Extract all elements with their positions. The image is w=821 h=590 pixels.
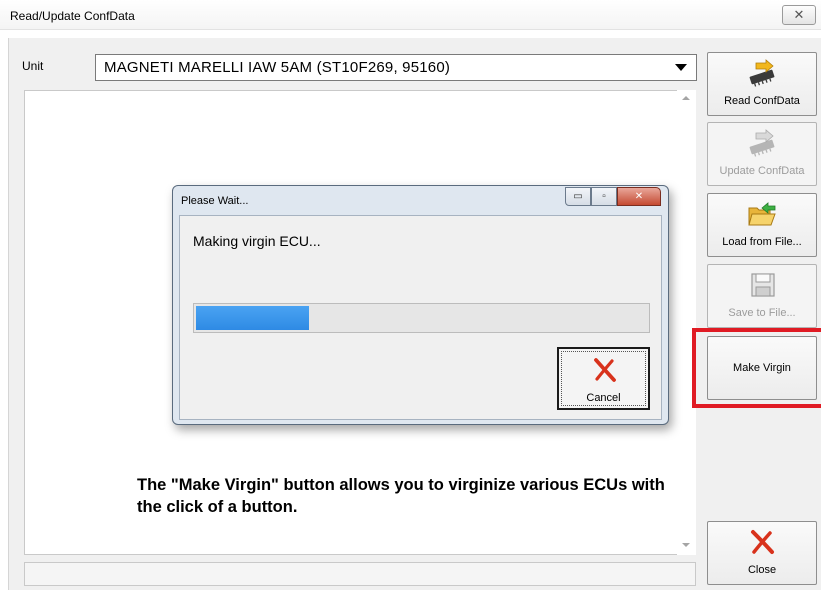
unit-select[interactable]: MAGNETI MARELLI IAW 5AM (ST10F269, 95160… — [95, 54, 697, 81]
cancel-button[interactable]: Cancel — [557, 347, 650, 410]
window-title: Read/Update ConfData — [10, 9, 135, 23]
window-close-button[interactable]: ✕ — [782, 5, 816, 25]
minimize-icon: ▭ — [573, 191, 583, 202]
dialog-maximize-button[interactable]: ▫ — [591, 187, 617, 206]
cancel-label: Cancel — [586, 392, 621, 404]
dialog-close-button[interactable]: ✕ — [617, 187, 661, 206]
save-to-file-button[interactable]: Save to File... — [707, 264, 817, 328]
status-bar — [24, 562, 696, 586]
maximize-icon: ▫ — [602, 191, 606, 202]
caption-text: The "Make Virgin" button allows you to v… — [137, 476, 665, 516]
chip-update-icon — [749, 129, 775, 157]
red-x-icon — [594, 358, 616, 382]
close-label: Close — [747, 564, 777, 576]
dialog-message: Making virgin ECU... — [193, 233, 321, 249]
dialog-body: Making virgin ECU... Cancel — [179, 215, 662, 420]
close-button[interactable]: Close — [707, 521, 817, 585]
unit-label: Unit — [22, 59, 44, 73]
unit-select-value: MAGNETI MARELLI IAW 5AM (ST10F269, 95160… — [104, 59, 451, 76]
highlight-box — [692, 328, 821, 408]
update-confdata-label: Update ConfData — [719, 165, 805, 177]
red-x-icon — [751, 530, 774, 554]
scroll-down-icon[interactable] — [682, 543, 690, 547]
floppy-disk-icon — [751, 273, 775, 297]
dialog-window-controls: ▭ ▫ ✕ — [565, 187, 661, 206]
dialog-minimize-button[interactable]: ▭ — [565, 187, 591, 206]
please-wait-dialog: Please Wait... ▭ ▫ ✕ Making virgin ECU..… — [172, 185, 669, 425]
chip-read-icon — [749, 59, 775, 87]
chevron-down-icon[interactable] — [666, 55, 696, 80]
save-to-file-label: Save to File... — [728, 307, 796, 319]
scroll-up-icon[interactable] — [682, 96, 690, 100]
progress-bar — [193, 303, 650, 333]
folder-open-icon — [748, 202, 776, 226]
title-bar: Read/Update ConfData ✕ — [0, 0, 821, 30]
update-confdata-button[interactable]: Update ConfData — [707, 122, 817, 186]
close-icon: ✕ — [634, 191, 644, 202]
close-icon: ✕ — [793, 7, 805, 22]
read-confdata-label: Read ConfData — [724, 95, 800, 107]
confdata-window: Read/Update ConfData ✕ Unit MAGNETI MARE… — [0, 0, 821, 590]
progress-fill — [196, 306, 309, 330]
load-from-file-button[interactable]: Load from File... — [707, 193, 817, 257]
read-confdata-button[interactable]: Read ConfData — [707, 52, 817, 116]
load-from-file-label: Load from File... — [722, 236, 802, 248]
vertical-scrollbar[interactable] — [677, 90, 696, 555]
dialog-title: Please Wait... — [181, 195, 249, 207]
